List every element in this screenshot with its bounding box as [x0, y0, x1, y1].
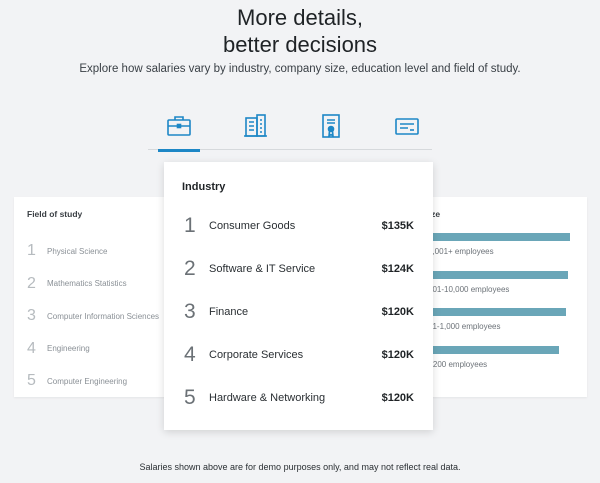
salary-value: $124K [381, 262, 414, 275]
industry-name: Corporate Services [209, 348, 304, 361]
size-label: 001-10,000 employees [428, 284, 510, 294]
salary-value: $135K [381, 219, 414, 232]
study-label: Computer Engineering [47, 376, 128, 386]
size-label: 0,001+ employees [428, 247, 494, 256]
rank-number: 2 [27, 274, 36, 292]
certificate-icon [395, 118, 419, 135]
table-row: 1 Consumer Goods $135K [184, 204, 414, 247]
table-row: 2 Software & IT Service $124K [184, 247, 414, 290]
table-row: 4 Corporate Services $120K [184, 333, 414, 376]
size-label: - 200 employees [428, 359, 488, 369]
subheadline: Explore how salaries vary by industry, c… [79, 63, 521, 75]
industry-list: 1 Consumer Goods $135K 2 Software & IT S… [184, 204, 414, 419]
industry-title: Industry [182, 181, 226, 193]
industry-name: Consumer Goods [209, 219, 296, 232]
industry-name: Hardware & Networking [209, 391, 326, 404]
field-of-study-card: Field of study 1 Physical Science 2 Math… [14, 197, 186, 397]
study-label: Mathematics Statistics [47, 279, 127, 289]
salary-value: $120K [381, 391, 414, 404]
size-bar [412, 345, 559, 354]
list-item: 5 Computer Engineering [27, 365, 159, 398]
field-of-study-list: 1 Physical Science 2 Mathematics Statist… [27, 235, 159, 398]
rank-number: 4 [184, 342, 196, 366]
salary-value: $120K [381, 305, 414, 318]
list-item: 01-1,000 employees [412, 308, 587, 346]
building-icon [244, 114, 267, 137]
rank-number: 3 [27, 307, 36, 325]
industry-name: Software & IT Service [209, 262, 316, 275]
rank-number: 5 [27, 372, 36, 390]
disclaimer: Salaries shown above are for demo purpos… [139, 462, 461, 472]
size-bar [412, 270, 568, 279]
tab-industry[interactable] [154, 108, 204, 152]
industry-name: Finance [209, 305, 249, 318]
rank-number: 2 [184, 256, 196, 280]
list-item: 001-10,000 employees [412, 270, 587, 309]
industry-card: Industry 1 Consumer Goods $135K 2 Softwa… [164, 162, 433, 430]
list-item: - 200 employees [412, 345, 587, 384]
rank-number: 4 [27, 339, 36, 357]
size-bar [412, 233, 570, 241]
list-item: 0,001+ employees [412, 233, 587, 271]
list-item: 3 Computer Information Sciences [27, 300, 159, 333]
table-row: 3 Finance $120K [184, 290, 414, 333]
list-item: 4 Engineering [27, 333, 159, 366]
diploma-icon [322, 114, 340, 138]
tab-field-of-study[interactable] [382, 108, 432, 150]
list-item: 1 Physical Science [27, 235, 159, 268]
company-size-card: size 0,001+ employees 001-10,000 employe… [412, 197, 587, 397]
rank-number: 5 [184, 385, 196, 409]
headline-line-2: better decisions [222, 32, 378, 57]
list-item: 2 Mathematics Statistics [27, 268, 159, 301]
headline: More details, better decisions [0, 4, 600, 58]
tab-education-level[interactable] [306, 108, 356, 150]
company-size-list: 0,001+ employees 001-10,000 employees 01… [412, 233, 587, 383]
category-tabs [148, 108, 432, 152]
rank-number: 3 [184, 299, 196, 323]
rank-number: 1 [184, 213, 196, 237]
table-row: 5 Hardware & Networking $120K [184, 376, 414, 419]
study-label: Physical Science [47, 246, 108, 256]
salary-value: $120K [381, 348, 414, 361]
study-label: Engineering [47, 344, 90, 354]
study-label: Computer Information Sciences [47, 311, 160, 321]
field-of-study-title: Field of study [27, 209, 83, 219]
rank-number: 1 [27, 242, 36, 260]
briefcase-icon [167, 116, 191, 136]
headline-line-1: More details, [237, 5, 363, 30]
size-label: 01-1,000 employees [428, 322, 501, 331]
size-bar [412, 308, 566, 316]
tab-company-size[interactable] [230, 108, 280, 150]
